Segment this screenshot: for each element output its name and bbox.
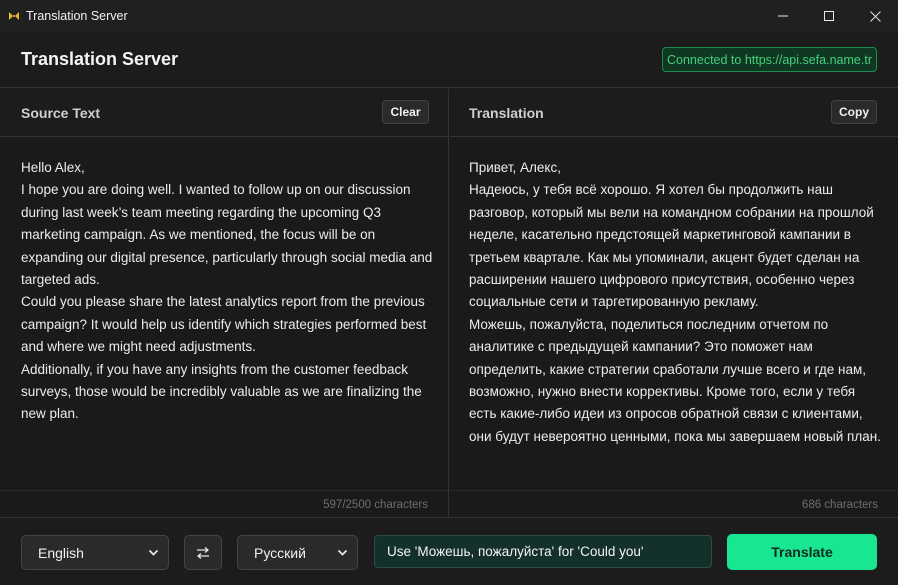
target-language-value: Русский [254,544,306,561]
translation-paragraph: Можешь, пожалуйста, поделиться последним… [469,316,881,444]
swap-languages-button[interactable] [184,535,222,570]
source-language-select[interactable]: English [21,535,169,570]
page-title: Translation Server [21,49,179,69]
chevron-down-icon [337,549,348,556]
connection-status-badge: Connected to https://api.sefa.name.tr [662,47,877,72]
controls-bar: English Русский Translate [0,517,898,585]
window-title: Translation Server [26,9,128,23]
translate-button[interactable]: Translate [727,534,877,570]
source-paragraph: Hello Alex, [21,160,85,175]
translation-panel: Translation Copy Привет, Алекс, Надеюсь,… [450,89,898,517]
copy-button[interactable]: Copy [831,100,877,124]
translation-char-count: 686 characters [801,499,878,511]
close-icon [869,10,881,22]
source-paragraph: Could you please share the latest analyt… [21,294,427,355]
translation-hint-input[interactable] [374,535,712,568]
maximize-button[interactable] [806,0,852,32]
clear-button[interactable]: Clear [382,100,429,124]
translation-text-area[interactable]: Привет, Алекс, Надеюсь, у тебя всё хорош… [469,157,884,448]
source-language-value: English [38,544,84,561]
source-panel-header: Source Text Clear [0,89,448,137]
target-language-select[interactable]: Русский [237,535,358,570]
translation-panel-header: Translation Copy [450,89,898,137]
chevron-down-icon [148,549,159,556]
window-controls [760,0,898,32]
translation-paragraph: Надеюсь, у тебя всё хорошо. Я хотел бы п… [469,182,874,310]
source-char-count: 597/2500 characters [323,499,428,511]
source-panel-title: Source Text [21,105,101,121]
swap-arrows-icon [196,546,210,559]
app-logo-icon [8,10,20,22]
source-panel-footer: 597/2500 characters [0,490,448,517]
minimize-button[interactable] [760,0,806,32]
close-button[interactable] [852,0,898,32]
translation-panel-title: Translation [469,105,544,121]
source-paragraph: I hope you are doing well. I wanted to f… [21,182,433,288]
title-bar: Translation Server [0,0,898,32]
maximize-icon [824,11,834,21]
translation-paragraph: Привет, Алекс, [469,160,561,175]
source-text-area[interactable]: Hello Alex, I hope you are doing well. I… [21,157,435,426]
translation-panel-footer: 686 characters [450,490,898,517]
source-panel: Source Text Clear Hello Alex, I hope you… [0,89,449,517]
app-header: Translation Server Connected to https://… [0,32,898,88]
source-paragraph: Additionally, if you have any insights f… [21,361,422,422]
minimize-icon [778,15,788,17]
